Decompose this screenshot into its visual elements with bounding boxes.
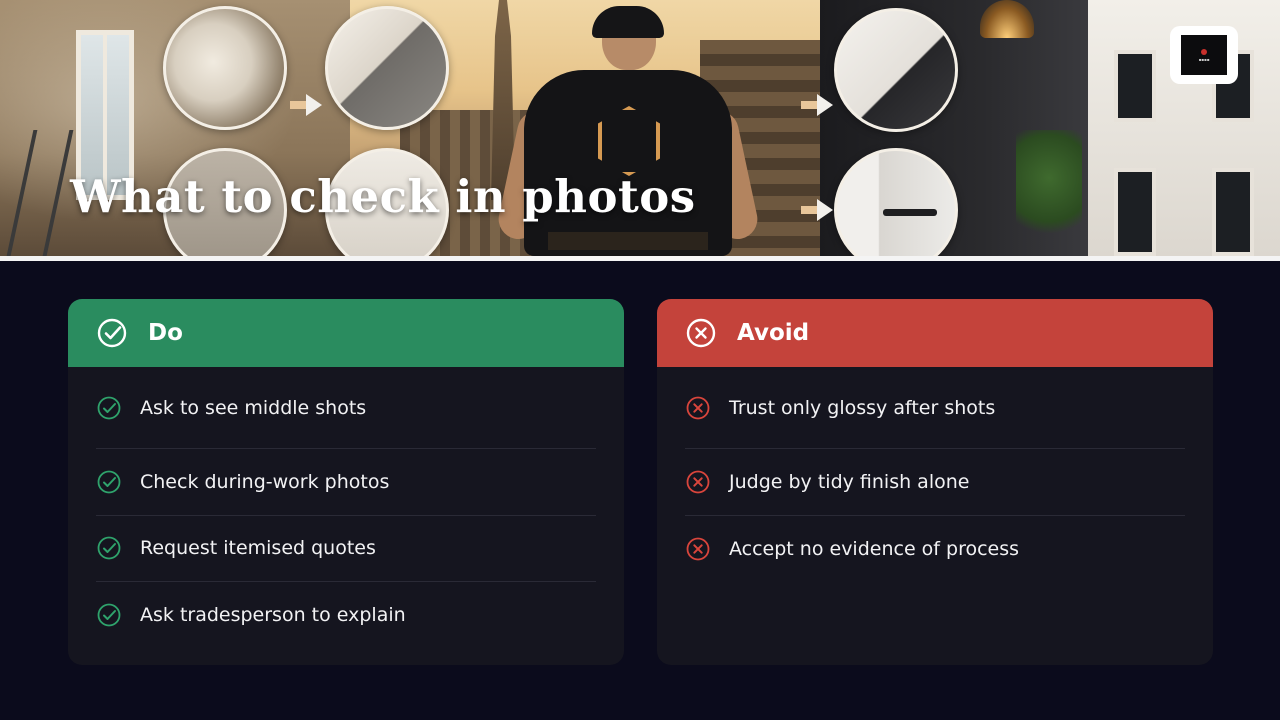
brand-logo: ▪▪▪▪	[1170, 26, 1238, 84]
check-circle-icon	[97, 318, 127, 348]
facade-window	[1114, 50, 1156, 122]
check-circle-icon	[97, 396, 121, 419]
x-circle-icon	[686, 318, 716, 348]
page-title: What to check in photos	[70, 170, 696, 223]
avoid-list: Trust only glossy after shots Judge by t…	[657, 367, 1213, 582]
x-circle-icon	[686, 396, 710, 419]
avoid-list-item: Trust only glossy after shots	[685, 367, 1185, 449]
do-list-item: Check during-work photos	[96, 449, 596, 516]
do-item-label: Check during-work photos	[140, 470, 390, 493]
avoid-list-item: Accept no evidence of process	[685, 516, 1185, 583]
brand-logo-mark: ▪▪▪▪	[1181, 35, 1227, 75]
check-circle-icon	[97, 536, 121, 560]
do-card-header: Do	[68, 299, 624, 367]
facade-door	[1114, 168, 1156, 256]
avoid-card-header: Avoid	[657, 299, 1213, 367]
tool-belt	[548, 232, 708, 250]
do-card-title: Do	[148, 320, 183, 346]
arrow-right-icon	[290, 94, 322, 116]
x-circle-icon	[686, 537, 710, 561]
hero-banner: What to check in photos ▪▪▪▪	[0, 0, 1280, 256]
facade-door	[1212, 168, 1254, 256]
avoid-item-label: Accept no evidence of process	[729, 537, 1020, 560]
potted-plant	[1016, 130, 1082, 250]
arrow-right-icon	[801, 94, 833, 116]
check-circle-icon	[97, 603, 121, 627]
avoid-item-label: Judge by tidy finish alone	[729, 470, 970, 493]
check-circle-icon	[97, 470, 121, 494]
avoid-item-label: Trust only glossy after shots	[729, 396, 996, 419]
do-list-item: Ask tradesperson to explain	[96, 582, 596, 649]
avoid-card-title: Avoid	[737, 320, 810, 346]
do-list: Ask to see middle shots Check during-wor…	[68, 367, 624, 649]
arrow-right-icon	[801, 199, 833, 221]
do-item-label: Ask to see middle shots	[140, 396, 367, 419]
avoid-card: Avoid Trust only glossy after shots Judg…	[657, 299, 1213, 665]
do-item-label: Ask tradesperson to explain	[140, 604, 406, 627]
avoid-list-item: Judge by tidy finish alone	[685, 449, 1185, 516]
brand-logo-text: ▪▪▪▪	[1198, 56, 1210, 62]
do-item-label: Request itemised quotes	[140, 537, 376, 560]
brand-logo-dot	[1201, 48, 1207, 55]
worker-cap	[592, 6, 664, 38]
x-circle-icon	[686, 470, 710, 494]
hero-divider	[0, 256, 1280, 261]
do-list-item: Request itemised quotes	[96, 516, 596, 582]
photo-circle-ceiling-corner	[834, 8, 958, 132]
do-card: Do Ask to see middle shots Check during-…	[68, 299, 624, 665]
photo-circle-after-wall	[325, 6, 449, 130]
photo-circle-before-wall	[163, 6, 287, 130]
do-list-item: Ask to see middle shots	[96, 367, 596, 449]
